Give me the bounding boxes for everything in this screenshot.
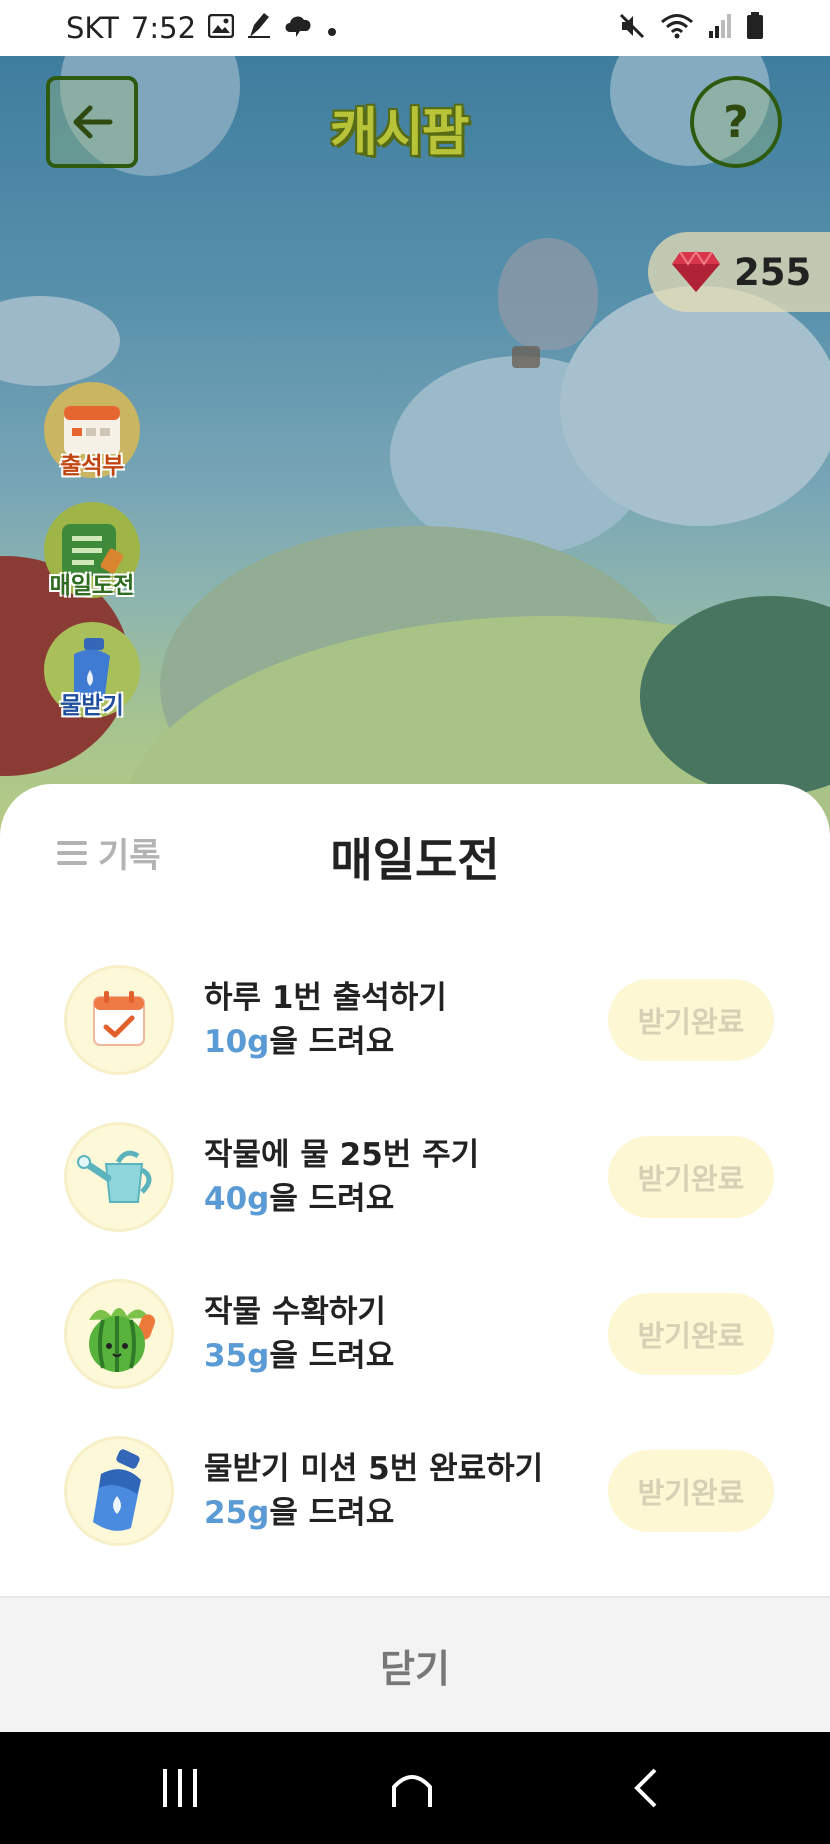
- signal-icon: [708, 13, 732, 43]
- cloud-icon: [284, 11, 314, 45]
- carrier-label: SKT: [66, 11, 119, 45]
- recent-apps-button[interactable]: [150, 1762, 210, 1814]
- mission-reward: 25g을 드려요: [204, 1491, 608, 1535]
- mission-row: 작물 수확하기 35g을 드려요 받기완료: [64, 1278, 774, 1390]
- pen-icon: [246, 11, 272, 46]
- watering-can-icon: [77, 1150, 152, 1203]
- claimed-button[interactable]: 받기완료: [608, 979, 774, 1061]
- mission-title: 작물 수확하기: [204, 1294, 386, 1330]
- battery-icon: [746, 12, 764, 44]
- mission-reward: 40g을 드려요: [204, 1177, 608, 1221]
- status-bar: SKT 7:52: [0, 0, 830, 56]
- reward-suffix: 을 드려요: [269, 1495, 395, 1531]
- wifi-icon: [660, 12, 694, 44]
- system-nav-bar: [0, 1732, 830, 1844]
- mission-row: 물받기 미션 5번 완료하기 25g을 드려요 받기완료: [64, 1435, 774, 1547]
- sheet-title: 매일도전: [330, 833, 500, 887]
- chevron-left-icon: [634, 1768, 657, 1808]
- claimed-button[interactable]: 받기완료: [608, 1293, 774, 1375]
- reward-suffix: 을 드려요: [269, 1338, 395, 1374]
- game-scene: 캐시팜 ? 255 출석부 매일도전 물받기: [0, 56, 830, 846]
- mission-icon-circle: [64, 1122, 174, 1232]
- modal-backdrop[interactable]: [0, 56, 830, 846]
- gallery-icon: [207, 11, 235, 45]
- mission-reward: 10g을 드려요: [204, 1020, 608, 1064]
- sheet-header: 기록 매일도전: [0, 784, 830, 924]
- mission-icon-circle: [64, 1436, 174, 1546]
- reward-amount: 40g: [204, 1181, 270, 1217]
- reward-suffix: 을 드려요: [269, 1024, 395, 1060]
- clock: 7:52: [130, 11, 197, 45]
- reward-suffix: 을 드려요: [269, 1181, 395, 1217]
- mission-reward: 35g을 드려요: [204, 1334, 608, 1378]
- home-icon: [392, 1775, 432, 1807]
- claimed-button[interactable]: 받기완료: [608, 1136, 774, 1218]
- claimed-button[interactable]: 받기완료: [608, 1450, 774, 1532]
- mission-title: 물받기 미션 5번 완료하기: [204, 1451, 544, 1487]
- calendar-check-icon: [93, 991, 145, 1046]
- dot-icon: [326, 11, 338, 45]
- recent-apps-icon: [163, 1769, 197, 1807]
- mission-row: 하루 1번 출석하기 10g을 드려요 받기완료: [64, 964, 774, 1076]
- mission-row: 작물에 물 25번 주기 40g을 드려요 받기완료: [64, 1121, 774, 1233]
- mute-icon: [618, 12, 646, 44]
- close-button[interactable]: 닫기: [0, 1596, 830, 1732]
- reward-amount: 10g: [204, 1024, 270, 1060]
- reward-amount: 25g: [204, 1495, 270, 1531]
- home-button[interactable]: [382, 1762, 442, 1814]
- mission-title: 하루 1번 출석하기: [204, 980, 447, 1016]
- water-bottle-icon: [93, 1449, 141, 1531]
- watermelon-icon: [89, 1308, 156, 1372]
- mission-title: 작물에 물 25번 주기: [204, 1137, 480, 1173]
- back-nav-button[interactable]: [616, 1762, 676, 1814]
- mission-icon-circle: [64, 965, 174, 1075]
- daily-challenge-sheet: 기록 매일도전 하루 1번 출석하기 10g을 드려요 받기완료 작물에 물 2…: [0, 784, 830, 1732]
- mission-icon-circle: [64, 1279, 174, 1389]
- reward-amount: 35g: [204, 1338, 270, 1374]
